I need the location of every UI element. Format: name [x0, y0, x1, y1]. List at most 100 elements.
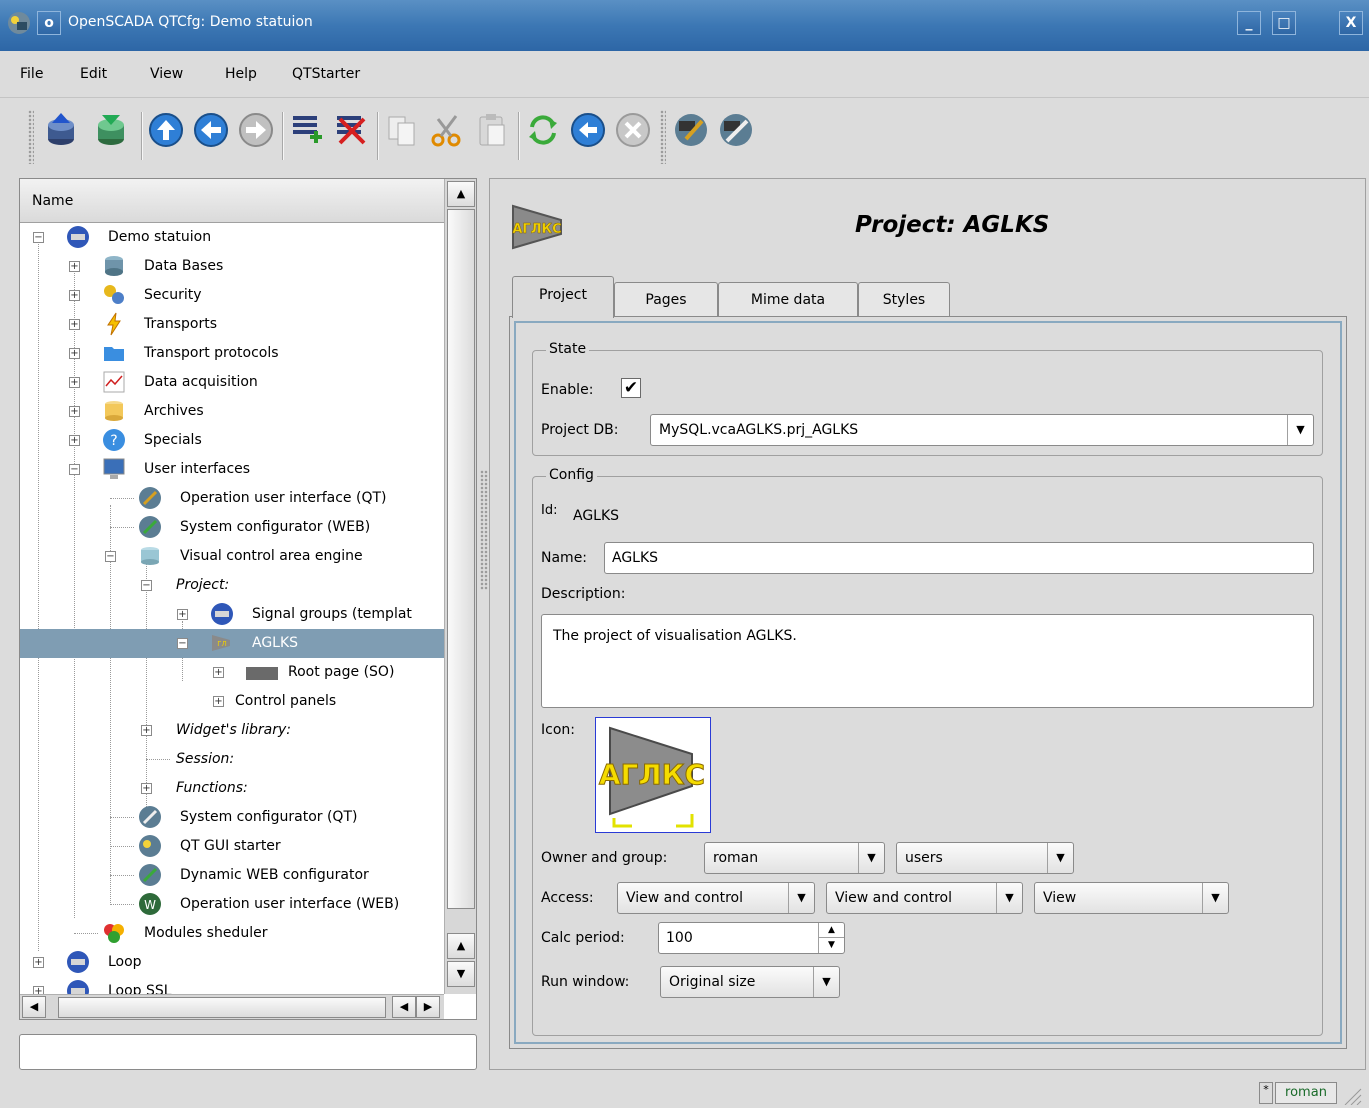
- db-load-icon[interactable]: [40, 109, 82, 151]
- access-user-combo[interactable]: View and control ▼: [617, 882, 815, 914]
- configurator-qt-icon: [139, 806, 161, 828]
- tree-item-system-configurator-web[interactable]: System configurator (WEB): [20, 513, 444, 542]
- tree-item-root-page[interactable]: + Root page (SO): [20, 658, 444, 687]
- tree-item-archives[interactable]: + Archives: [20, 397, 444, 426]
- configurator-icon[interactable]: [715, 109, 757, 151]
- tree-item-loop[interactable]: + Loop: [20, 948, 444, 977]
- access-other-combo[interactable]: View ▼: [1034, 882, 1229, 914]
- station-icon: [211, 603, 233, 625]
- menu-edit[interactable]: Edit: [80, 66, 107, 82]
- tree-item-transports[interactable]: + Transports: [20, 310, 444, 339]
- run-window-combo[interactable]: Original size ▼: [660, 966, 840, 998]
- tree-item-operation-ui-web[interactable]: W Operation user interface (WEB): [20, 890, 444, 919]
- tree-item-system-configurator-qt[interactable]: System configurator (QT): [20, 803, 444, 832]
- vertical-scroll-thumb[interactable]: [447, 209, 475, 909]
- modified-indicator: *: [1259, 1082, 1273, 1104]
- access-group-combo[interactable]: View and control ▼: [826, 882, 1023, 914]
- tree-horizontal-scrollbar[interactable]: ◀ ◀ ▶: [20, 994, 444, 1019]
- tree-item-session[interactable]: Session:: [20, 745, 444, 774]
- tree-item-transport-protocols[interactable]: + Transport protocols: [20, 339, 444, 368]
- tree-item-data-bases[interactable]: + Data Bases: [20, 252, 444, 281]
- toolbar-grip-2[interactable]: [660, 110, 666, 164]
- title-bar: o OpenSCADA QTCfg: Demo statuion _ □ X: [0, 0, 1369, 51]
- tree-item-data-acquisition[interactable]: + Data acquisition: [20, 368, 444, 397]
- tree-item-widgets-library[interactable]: + Widget's library:: [20, 716, 444, 745]
- tab-styles[interactable]: Styles: [858, 282, 950, 318]
- chevron-down-icon: ▼: [788, 883, 814, 913]
- chevron-down-icon: ▼: [1202, 883, 1228, 913]
- enable-checkbox[interactable]: ✔: [621, 378, 641, 398]
- description-textarea[interactable]: The project of visualisation AGLKS.: [541, 614, 1314, 708]
- tree-item-demo-statuion[interactable]: − Demo statuion: [20, 223, 444, 252]
- scroll-down-icon[interactable]: ▼: [447, 961, 475, 987]
- tree-item-operation-ui-qt[interactable]: Operation user interface (QT): [20, 484, 444, 513]
- group-combo[interactable]: users ▼: [896, 842, 1074, 874]
- tree-item-control-panels[interactable]: + Control panels: [20, 687, 444, 716]
- calc-period-spinbox[interactable]: 100 ▲ ▼: [658, 922, 845, 954]
- window-menu-button[interactable]: o: [37, 11, 61, 35]
- spin-up-icon[interactable]: ▲: [819, 923, 844, 938]
- maximize-button[interactable]: □: [1272, 11, 1296, 35]
- tree-header[interactable]: Name: [20, 179, 444, 223]
- tree-item-modules-sheduler[interactable]: Modules sheduler: [20, 919, 444, 948]
- scroll-left-icon-2[interactable]: ◀: [392, 996, 416, 1018]
- db-save-icon[interactable]: [90, 109, 132, 151]
- name-field[interactable]: AGLKS: [604, 542, 1314, 574]
- owner-combo[interactable]: roman ▼: [704, 842, 885, 874]
- spin-down-icon[interactable]: ▼: [819, 938, 844, 953]
- tree-item-specials[interactable]: + ? Specials: [20, 426, 444, 455]
- tree-item-aglks[interactable]: − ГЛ AGLKS: [20, 629, 444, 658]
- back-icon[interactable]: [190, 109, 232, 151]
- tree-item-functions[interactable]: + Functions:: [20, 774, 444, 803]
- station-icon: [67, 980, 89, 994]
- tab-mime-data[interactable]: Mime data: [718, 282, 858, 318]
- tree-item-user-interfaces[interactable]: − User interfaces: [20, 455, 444, 484]
- toolbar-grip[interactable]: [28, 110, 34, 164]
- tree-item-project-group[interactable]: − Project:: [20, 571, 444, 600]
- openscada-app-icon[interactable]: [7, 11, 31, 35]
- scroll-up-icon[interactable]: ▲: [447, 181, 475, 207]
- tree-item-signal-groups[interactable]: + Signal groups (templat: [20, 600, 444, 629]
- horizontal-scroll-thumb[interactable]: [58, 997, 386, 1018]
- scroll-left-icon[interactable]: ◀: [22, 996, 46, 1018]
- vision-icon: [139, 487, 161, 509]
- menu-help[interactable]: Help: [225, 66, 257, 82]
- current-user-badge[interactable]: roman: [1275, 1082, 1337, 1104]
- add-item-icon[interactable]: [286, 109, 328, 151]
- vision-runtime-icon[interactable]: [670, 109, 712, 151]
- tree-item-visual-control-area-engine[interactable]: − Visual control area engine: [20, 542, 444, 571]
- run-window-value: Original size: [669, 974, 756, 990]
- close-button[interactable]: X: [1339, 11, 1363, 35]
- tree-vertical-scrollbar[interactable]: ▲ ▲ ▼: [444, 179, 476, 994]
- tree-item-security[interactable]: + Security: [20, 281, 444, 310]
- start-icon[interactable]: [567, 109, 609, 151]
- status-message-field[interactable]: [19, 1034, 477, 1070]
- spin-arrows[interactable]: ▲ ▼: [818, 923, 844, 953]
- up-icon[interactable]: [145, 109, 187, 151]
- paste-icon[interactable]: [471, 109, 513, 151]
- project-db-combo[interactable]: MySQL.vcaAGLKS.prj_AGLKS ▼: [650, 414, 1314, 446]
- menu-file[interactable]: File: [20, 66, 43, 82]
- scroll-up-icon-lower[interactable]: ▲: [447, 933, 475, 959]
- minimize-button[interactable]: _: [1237, 11, 1261, 35]
- tab-pages[interactable]: Pages: [614, 282, 718, 318]
- resize-grip-icon[interactable]: [1341, 1085, 1363, 1105]
- forward-icon[interactable]: [235, 109, 277, 151]
- svg-text:W: W: [144, 898, 156, 912]
- tab-project[interactable]: Project: [512, 276, 614, 318]
- icon-image-button[interactable]: АГЛКС: [595, 717, 711, 833]
- menu-qtstarter[interactable]: QTStarter: [292, 66, 360, 82]
- splitter-handle[interactable]: [480, 470, 488, 590]
- database-icon: [105, 256, 123, 276]
- vca-engine-icon: [141, 547, 159, 565]
- cut-icon[interactable]: [426, 109, 468, 151]
- stop-icon[interactable]: [612, 109, 654, 151]
- tree-item-qt-gui-starter[interactable]: QT GUI starter: [20, 832, 444, 861]
- tree-item-dynamic-web-configurator[interactable]: Dynamic WEB configurator: [20, 861, 444, 890]
- menu-view[interactable]: View: [150, 66, 183, 82]
- scroll-right-icon[interactable]: ▶: [416, 996, 440, 1018]
- tree-item-loop-ssl[interactable]: + Loop SSL: [20, 977, 444, 994]
- copy-icon[interactable]: [381, 109, 423, 151]
- refresh-icon[interactable]: [522, 109, 564, 151]
- delete-item-icon[interactable]: [330, 109, 372, 151]
